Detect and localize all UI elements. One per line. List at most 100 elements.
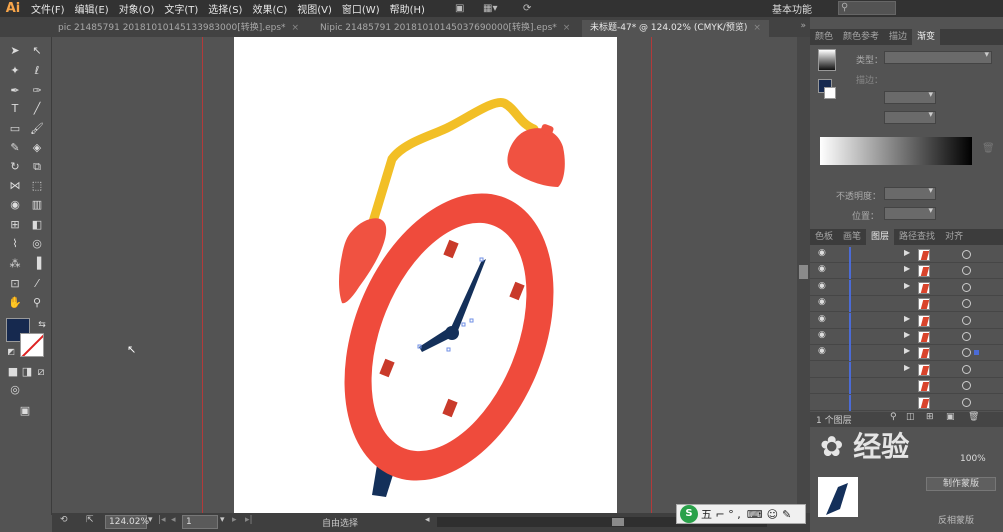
workspace-switcher[interactable]: 基本功能 bbox=[772, 0, 812, 17]
tab-doc-2[interactable]: Nipic 21485791 20181010145037690000[转换].… bbox=[312, 20, 579, 37]
close-icon[interactable]: × bbox=[563, 23, 571, 33]
visibility-eye-icon[interactable]: ◉ bbox=[818, 264, 826, 274]
default-colors-icon[interactable]: ◩ bbox=[2, 344, 20, 360]
artboard[interactable] bbox=[234, 37, 617, 513]
visibility-eye-icon[interactable]: ◉ bbox=[818, 346, 826, 356]
vertical-scrollbar[interactable] bbox=[797, 37, 810, 513]
visibility-eye-icon[interactable]: ◉ bbox=[818, 248, 826, 258]
target-circle-icon[interactable] bbox=[962, 381, 971, 391]
new-layer-icon[interactable]: ▣ bbox=[946, 412, 955, 422]
bridge-icon[interactable]: ▣ bbox=[455, 0, 464, 17]
aspect-select[interactable] bbox=[884, 110, 936, 124]
paintbrush-tool-icon[interactable]: 🖌 bbox=[28, 121, 46, 137]
menu-file[interactable]: 文件(F) bbox=[26, 1, 70, 16]
tab-gradient[interactable]: 渐变 bbox=[912, 29, 941, 45]
tab-swatches[interactable]: 色板 bbox=[810, 229, 838, 245]
target-circle-icon[interactable] bbox=[962, 315, 971, 325]
rotate-tool-icon[interactable]: ↻ bbox=[6, 159, 24, 175]
menu-help[interactable]: 帮助(H) bbox=[385, 1, 430, 16]
curvature-tool-icon[interactable]: ✑ bbox=[28, 83, 46, 99]
lasso-tool-icon[interactable]: ℓ bbox=[28, 63, 46, 79]
tab-color[interactable]: 颜色 bbox=[810, 29, 838, 45]
menu-edit[interactable]: 编辑(E) bbox=[70, 1, 114, 16]
position-select[interactable] bbox=[884, 206, 936, 220]
close-icon[interactable]: × bbox=[292, 23, 300, 33]
target-circle-icon[interactable] bbox=[962, 250, 971, 259]
layer-row[interactable]: ◉ bbox=[810, 296, 1003, 313]
tab-doc-active[interactable]: 未标题-47* @ 124.02% (CMYK/预览) × bbox=[582, 20, 769, 37]
expand-arrow-icon[interactable]: ▶ bbox=[904, 346, 910, 355]
menu-effect[interactable]: 效果(C) bbox=[247, 1, 292, 16]
locate-object-icon[interactable]: ⚲ bbox=[890, 412, 897, 422]
shape-builder-tool-icon[interactable]: ◉ bbox=[6, 197, 24, 213]
artboard-number-field[interactable]: 1 bbox=[182, 515, 218, 529]
tab-align[interactable]: 对齐 bbox=[940, 229, 968, 245]
layer-row[interactable]: ▶ bbox=[810, 361, 1003, 378]
delete-stop-icon[interactable]: 🗑 bbox=[982, 143, 995, 154]
menu-window[interactable]: 窗口(W) bbox=[337, 1, 385, 16]
width-tool-icon[interactable]: ⋈ bbox=[6, 178, 24, 194]
scale-tool-icon[interactable]: ⧉ bbox=[28, 159, 46, 175]
canvas-area[interactable]: ↖ bbox=[53, 37, 810, 513]
opacity-select[interactable] bbox=[884, 186, 936, 200]
angle-select[interactable] bbox=[884, 90, 936, 104]
visibility-eye-icon[interactable]: ◉ bbox=[818, 281, 826, 291]
expand-arrow-icon[interactable]: ▶ bbox=[904, 314, 910, 323]
scroll-left-icon[interactable]: ◂ bbox=[425, 515, 430, 525]
perspective-grid-tool-icon[interactable]: ▥ bbox=[28, 197, 46, 213]
visibility-eye-icon[interactable]: ◉ bbox=[818, 314, 826, 324]
ime-toolbar[interactable]: S 五 ⌐ ° , ⌨ ☺ ✎ bbox=[676, 504, 806, 524]
tabs-overflow-icon[interactable]: » bbox=[800, 21, 806, 31]
rectangle-tool-icon[interactable]: ▭ bbox=[6, 121, 24, 137]
mesh-tool-icon[interactable]: ⊞ bbox=[6, 217, 24, 233]
visibility-eye-icon[interactable]: ◉ bbox=[818, 297, 826, 307]
tab-brushes[interactable]: 画笔 bbox=[838, 229, 866, 245]
target-circle-icon[interactable] bbox=[962, 332, 971, 341]
menu-select[interactable]: 选择(S) bbox=[203, 1, 247, 16]
gradient-preview[interactable] bbox=[818, 49, 836, 71]
line-tool-icon[interactable]: ╱ bbox=[28, 101, 46, 117]
symbol-sprayer-tool-icon[interactable]: ⁂ bbox=[6, 256, 24, 272]
none-mode-icon[interactable]: ⧄ bbox=[32, 364, 50, 380]
menu-view[interactable]: 视图(V) bbox=[292, 1, 337, 16]
prev-page-icon[interactable]: ◂ bbox=[171, 515, 176, 525]
tab-stroke[interactable]: 描边 bbox=[884, 29, 912, 45]
target-circle-icon[interactable] bbox=[962, 348, 971, 358]
user-icon[interactable]: ☺ bbox=[767, 508, 778, 521]
chevron-down-icon[interactable]: ▾ bbox=[220, 515, 225, 525]
arrange-docs-icon[interactable]: ▦▾ bbox=[483, 0, 497, 17]
clipping-mask-icon[interactable]: ◫ bbox=[906, 412, 915, 422]
target-circle-icon[interactable] bbox=[962, 299, 971, 309]
target-circle-icon[interactable] bbox=[962, 397, 971, 407]
scroll-thumb[interactable] bbox=[612, 518, 624, 526]
alarm-clock-artwork[interactable] bbox=[234, 37, 617, 513]
close-icon[interactable]: × bbox=[753, 23, 761, 33]
help-search[interactable]: ⚲ bbox=[838, 1, 896, 15]
gradient-type-select[interactable] bbox=[884, 50, 992, 64]
pencil-tool-icon[interactable]: ✎ bbox=[6, 140, 24, 156]
visibility-eye-icon[interactable]: ◉ bbox=[818, 330, 826, 340]
layer-row[interactable]: ◉ ▶ bbox=[810, 279, 1003, 296]
rotate-view-icon[interactable]: ⟲ bbox=[60, 515, 68, 525]
layer-row[interactable] bbox=[810, 378, 1003, 395]
layer-row[interactable]: ◉ ▶ bbox=[810, 312, 1003, 329]
menu-type[interactable]: 文字(T) bbox=[159, 1, 203, 16]
expand-arrow-icon[interactable]: ▶ bbox=[904, 363, 910, 372]
gradient-tool-icon[interactable]: ◧ bbox=[28, 217, 46, 233]
eyedropper-tool-icon[interactable]: ⌇ bbox=[6, 236, 24, 252]
expand-arrow-icon[interactable]: ▶ bbox=[904, 248, 910, 257]
tab-pathfinder[interactable]: 路径查找 bbox=[894, 229, 940, 245]
wrench-icon[interactable]: ✎ bbox=[782, 508, 791, 521]
layer-row[interactable]: ◉ ▶ bbox=[810, 345, 1003, 362]
expand-arrow-icon[interactable]: ▶ bbox=[904, 264, 910, 273]
tab-layers[interactable]: 图层 bbox=[866, 229, 895, 245]
first-page-icon[interactable]: |◂ bbox=[158, 515, 166, 525]
share-icon[interactable]: ⇱ bbox=[86, 515, 94, 525]
chevron-down-icon[interactable]: ▾ bbox=[148, 515, 153, 525]
gradient-slider[interactable] bbox=[820, 137, 972, 165]
artboard-tool-icon[interactable]: ⊡ bbox=[6, 276, 24, 292]
direct-selection-tool-icon[interactable]: ↖ bbox=[28, 43, 46, 59]
gradient-stroke-swatch[interactable] bbox=[824, 87, 836, 99]
target-circle-icon[interactable] bbox=[962, 282, 971, 292]
layer-row[interactable]: ◉ ▶ bbox=[810, 247, 1003, 263]
